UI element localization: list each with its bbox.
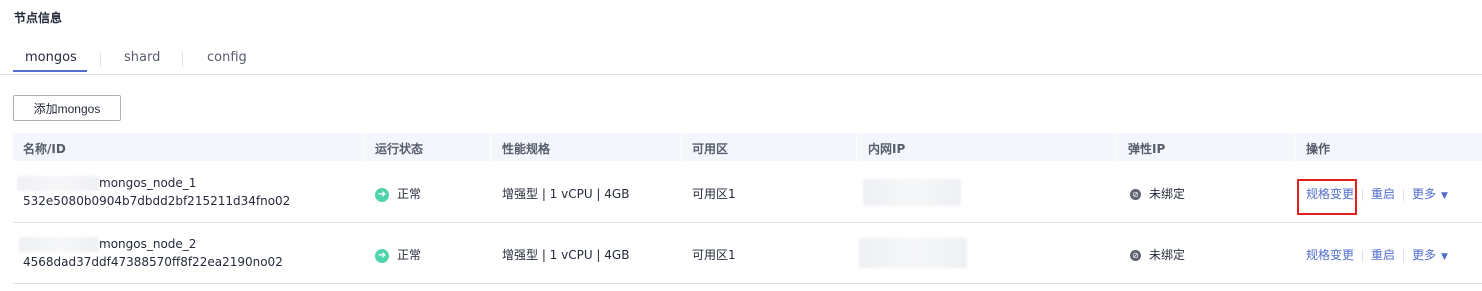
unbound-icon: ⊘ (1130, 250, 1141, 261)
more-dropdown[interactable]: 更多 ▼ (1412, 248, 1448, 262)
operations-cell: 规格变更 重启 更多 ▼ (1306, 246, 1448, 263)
node-id: 4568dad37ddf47388570ff8f22ea2190no02 (23, 255, 283, 269)
tab-separator (182, 52, 183, 67)
column-header-status: 运行状态 (375, 142, 424, 156)
highlight-annotation-box (1297, 179, 1357, 215)
table-header: 名称/ID 运行状态 性能规格 可用区 内网IP 弹性IP 操作 (13, 133, 1482, 161)
column-separator (363, 133, 364, 161)
column-header-operations: 操作 (1306, 142, 1331, 156)
add-mongos-button[interactable]: 添加mongos (13, 95, 121, 121)
column-separator (1294, 133, 1295, 161)
tab-mongos[interactable]: mongos (25, 50, 77, 65)
column-separator (681, 133, 682, 161)
node-name: mongos_node_2 (99, 237, 197, 251)
caret-down-icon: ▼ (1441, 191, 1448, 201)
node-id: 532e5080b0904b7dbdd2bf215211d34fno02 (23, 194, 291, 208)
more-label: 更多 (1412, 248, 1437, 262)
table-row: mongos_node_1 532e5080b0904b7dbdd2bf2152… (13, 162, 1482, 223)
unbound-icon: ⊘ (1130, 189, 1141, 200)
column-separator (490, 133, 491, 161)
section-title: 节点信息 (14, 11, 63, 25)
op-separator (1362, 249, 1364, 262)
redacted-name-prefix (17, 176, 99, 191)
table-row: mongos_node_2 4568dad37ddf47388570ff8f22… (13, 223, 1482, 284)
op-separator (1403, 249, 1405, 262)
redacted-private-ip (863, 179, 961, 206)
column-separator (856, 133, 857, 161)
node-name: mongos_node_1 (99, 176, 197, 190)
spec-cell: 增强型 | 1 vCPU | 4GB (502, 248, 630, 262)
redacted-private-ip (859, 238, 967, 268)
tab-shard[interactable]: shard (124, 50, 160, 65)
op-separator (1362, 188, 1364, 201)
column-separator (1116, 133, 1117, 161)
spec-cell: 增强型 | 1 vCPU | 4GB (502, 187, 630, 201)
column-header-private-ip: 内网IP (868, 142, 906, 156)
status-text: 正常 (397, 187, 422, 201)
eip-text: 未绑定 (1149, 187, 1186, 201)
more-label: 更多 (1412, 187, 1437, 201)
status-ok-icon: ➜ (375, 187, 389, 202)
zone-cell: 可用区1 (692, 248, 736, 262)
node-type-tabs: mongos shard config (0, 40, 1482, 75)
status-text: 正常 (397, 248, 422, 262)
caret-down-icon: ▼ (1441, 252, 1448, 262)
column-header-spec: 性能规格 (502, 142, 551, 156)
eip-cell: ⊘ 未绑定 (1130, 185, 1185, 202)
status-ok-icon: ➜ (375, 248, 389, 263)
resize-link[interactable]: 规格变更 (1306, 248, 1354, 262)
status-cell: ➜ 正常 (375, 246, 421, 263)
eip-text: 未绑定 (1149, 248, 1186, 262)
more-dropdown[interactable]: 更多 ▼ (1412, 187, 1448, 201)
column-header-zone: 可用区 (692, 142, 729, 156)
column-header-eip: 弹性IP (1128, 142, 1166, 156)
active-tab-indicator (13, 70, 87, 72)
op-separator (1403, 188, 1405, 201)
eip-cell: ⊘ 未绑定 (1130, 246, 1185, 263)
restart-link[interactable]: 重启 (1371, 248, 1395, 262)
status-cell: ➜ 正常 (375, 185, 421, 202)
restart-link[interactable]: 重启 (1371, 187, 1395, 201)
column-header-name: 名称/ID (23, 142, 66, 156)
tab-config[interactable]: config (207, 50, 247, 65)
zone-cell: 可用区1 (692, 187, 736, 201)
tab-separator (100, 52, 101, 67)
redacted-name-prefix (19, 237, 99, 252)
